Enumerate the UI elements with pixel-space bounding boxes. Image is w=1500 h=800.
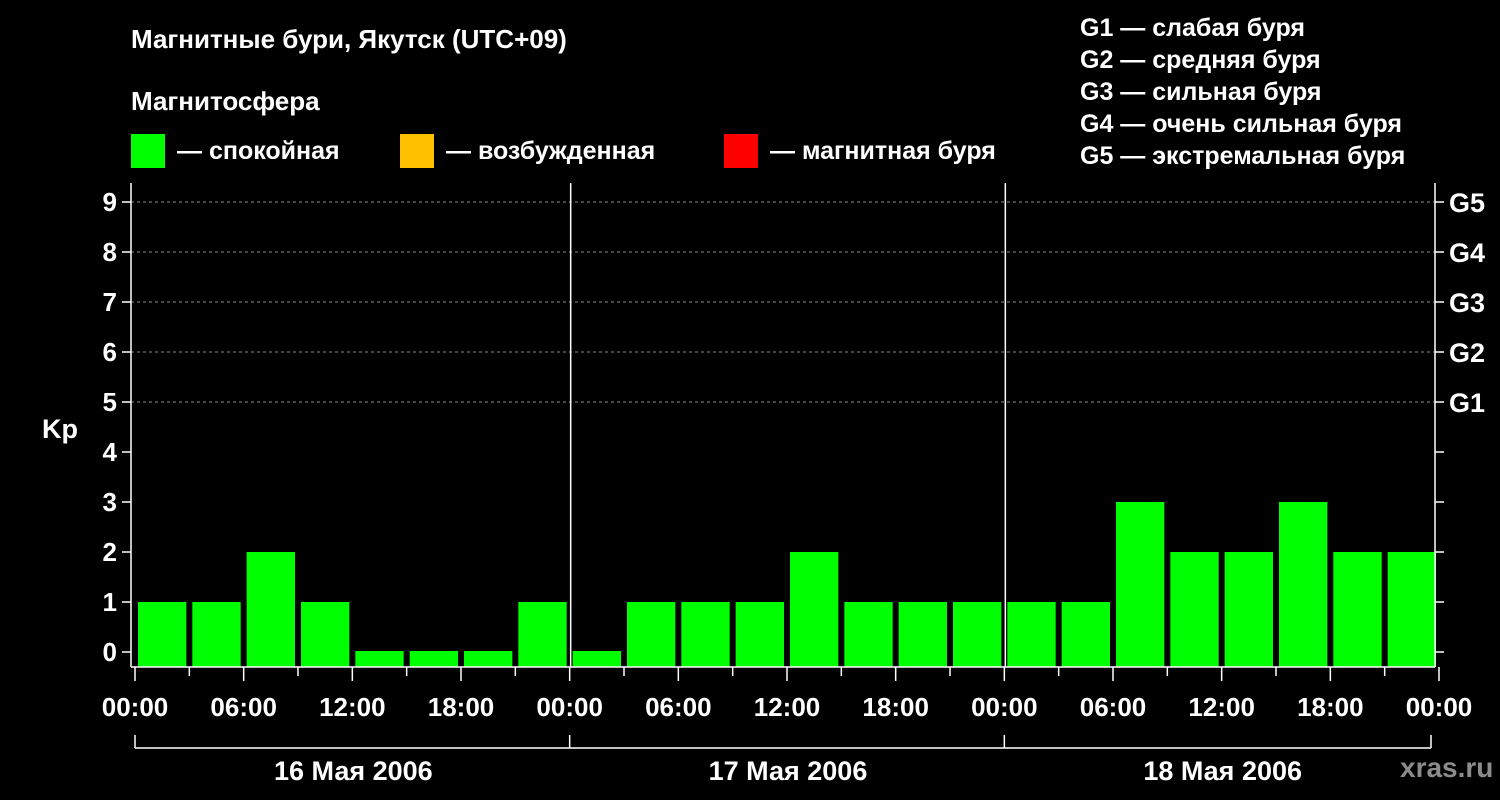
g-axis-label: G1 bbox=[1449, 388, 1485, 418]
kp-bar bbox=[1007, 602, 1056, 667]
kp-bar bbox=[1387, 552, 1436, 667]
kp-bar bbox=[138, 602, 187, 667]
g-axis-label: G5 bbox=[1449, 188, 1485, 218]
kp-bar bbox=[735, 602, 784, 667]
kp-bar bbox=[953, 602, 1002, 667]
kp-bar bbox=[681, 602, 730, 667]
x-tick-label: 00:00 bbox=[536, 692, 603, 722]
y-tick-label: 1 bbox=[103, 587, 117, 617]
kp-bar bbox=[790, 552, 839, 667]
x-tick-label: 00:00 bbox=[1406, 692, 1473, 722]
x-tick-label: 12:00 bbox=[754, 692, 821, 722]
y-tick-label: 0 bbox=[103, 637, 117, 667]
y-axis-label: Kp bbox=[42, 414, 78, 444]
day-label: 18 Мая 2006 bbox=[1143, 756, 1302, 786]
kp-bar bbox=[301, 602, 350, 667]
y-tick-label: 3 bbox=[103, 487, 117, 517]
x-tick-label: 18:00 bbox=[1297, 692, 1364, 722]
kp-bar bbox=[898, 602, 947, 667]
x-tick-label: 00:00 bbox=[102, 692, 169, 722]
y-tick-label: 4 bbox=[103, 437, 118, 467]
kp-bar bbox=[627, 602, 676, 667]
kp-bar bbox=[355, 651, 404, 667]
kp-bar bbox=[1061, 602, 1110, 667]
kp-bar bbox=[1224, 552, 1273, 667]
kp-bar bbox=[192, 602, 241, 667]
day-label: 17 Мая 2006 bbox=[709, 756, 868, 786]
x-tick-label: 18:00 bbox=[428, 692, 495, 722]
g-axis-label: G4 bbox=[1449, 238, 1485, 268]
watermark: xras.ru bbox=[1400, 752, 1494, 783]
kp-bar bbox=[246, 552, 295, 667]
x-tick-label: 06:00 bbox=[645, 692, 712, 722]
x-tick-label: 00:00 bbox=[971, 692, 1038, 722]
y-tick-label: 7 bbox=[103, 287, 117, 317]
y-tick-label: 9 bbox=[103, 187, 117, 217]
kp-bar-chart: 0 1 2 3 4 5 6 7 8 9 G1 G2 G3 G4 G5 Kp 00:00 06:00 12:00 18:… bbox=[42, 183, 1485, 786]
y-tick-label: 5 bbox=[103, 387, 117, 417]
y-tick-label: 8 bbox=[103, 237, 117, 267]
g-axis-label: G3 bbox=[1449, 288, 1485, 318]
y-tick-label: 2 bbox=[103, 537, 117, 567]
x-tick-label: 12:00 bbox=[1188, 692, 1255, 722]
kp-bar bbox=[572, 651, 621, 667]
x-tick-label: 18:00 bbox=[862, 692, 929, 722]
kp-bar bbox=[1333, 552, 1382, 667]
y-tick-label: 6 bbox=[103, 337, 117, 367]
kp-bar bbox=[409, 651, 458, 667]
kp-bar bbox=[1170, 552, 1219, 667]
kp-bar bbox=[1116, 502, 1165, 667]
x-tick-label: 12:00 bbox=[319, 692, 386, 722]
kp-bar bbox=[844, 602, 893, 667]
kp-bar bbox=[518, 602, 567, 667]
day-label: 16 Мая 2006 bbox=[274, 756, 433, 786]
kp-bar bbox=[464, 651, 513, 667]
g-axis-label: G2 bbox=[1449, 338, 1485, 368]
kp-bar bbox=[1279, 502, 1328, 667]
x-tick-label: 06:00 bbox=[1080, 692, 1147, 722]
x-tick-label: 06:00 bbox=[210, 692, 277, 722]
